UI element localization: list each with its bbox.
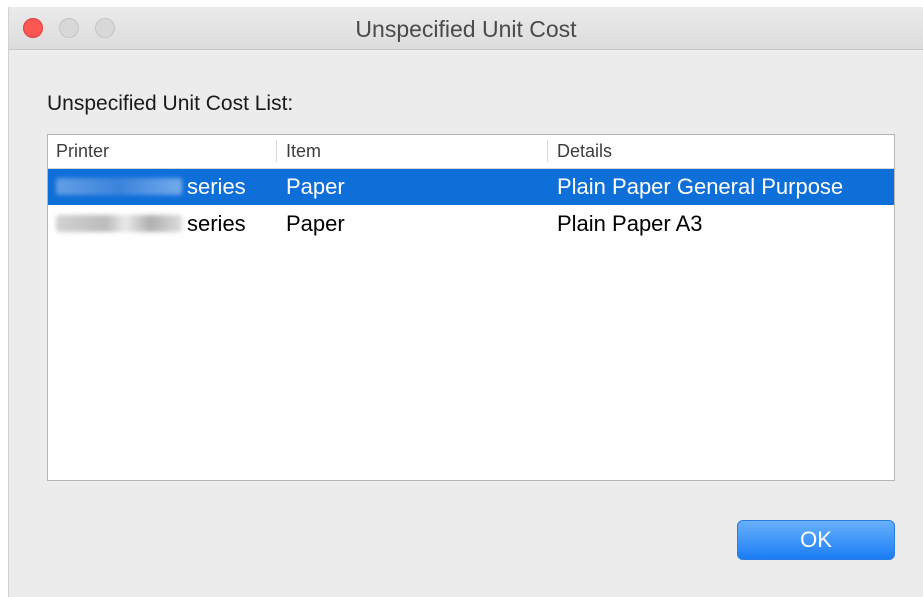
printer-cell: series — [187, 211, 246, 236]
printer-cell: series — [187, 174, 246, 199]
column-header-item[interactable]: Item — [276, 140, 321, 162]
table-row[interactable]: series Paper Plain Paper General Purpose — [48, 169, 894, 205]
column-header-details[interactable]: Details — [547, 140, 612, 162]
dialog-window: Unspecified Unit Cost Unspecified Unit C… — [8, 7, 923, 597]
window-title: Unspecified Unit Cost — [355, 16, 577, 42]
item-cell: Paper — [286, 211, 345, 236]
title-bar: Unspecified Unit Cost — [9, 7, 923, 50]
unit-cost-table: Printer Item Details series Paper Plain … — [47, 134, 895, 481]
column-header-printer[interactable]: Printer — [56, 141, 109, 162]
redacted-printer-name — [56, 178, 182, 195]
details-cell: Plain Paper A3 — [557, 211, 703, 236]
item-cell: Paper — [286, 174, 345, 199]
redacted-printer-name — [56, 215, 182, 232]
table-row[interactable]: series Paper Plain Paper A3 — [48, 206, 894, 242]
table-header: Printer Item Details — [48, 135, 894, 169]
ok-button[interactable]: OK — [737, 520, 895, 560]
details-cell: Plain Paper General Purpose — [557, 174, 844, 199]
list-label: Unspecified Unit Cost List: — [47, 92, 294, 115]
